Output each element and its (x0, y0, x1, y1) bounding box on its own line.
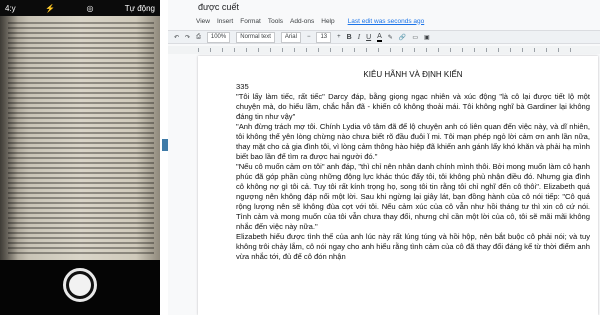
increase-font-icon[interactable]: + (337, 34, 341, 40)
menu-help[interactable]: Help (321, 18, 334, 25)
last-edit-link[interactable]: Last edit was seconds ago (348, 18, 425, 25)
shutter-button[interactable] (63, 268, 97, 302)
style-select[interactable]: Normal text (236, 31, 275, 43)
google-docs-window: được cuết View Insert Format Tools Add-o… (168, 0, 600, 315)
flash-icon[interactable]: ⚡ (45, 4, 55, 13)
document-page[interactable]: KIÊU HÃNH VÀ ĐỊNH KIẾN 335 "Tôi lấy làm … (198, 56, 598, 315)
paragraph: Elizabeth hiểu được tình thế của anh lúc… (236, 232, 590, 261)
camera-viewfinder (0, 16, 160, 260)
menu-insert[interactable]: Insert (217, 18, 233, 25)
italic-button[interactable]: I (358, 33, 360, 41)
menu-view[interactable]: View (196, 18, 210, 25)
font-size-input[interactable]: 13 (316, 31, 332, 43)
ruler[interactable] (168, 46, 600, 54)
document-body[interactable]: KIÊU HÃNH VÀ ĐỊNH KIẾN 335 "Tôi lấy làm … (236, 70, 590, 262)
undo-icon[interactable]: ↶ (174, 34, 179, 41)
camera-bottom-bar (0, 260, 160, 315)
highlight-icon[interactable]: ✎ (388, 34, 393, 41)
paragraph: "Tôi lấy làm tiếc, rất tiếc" Darcy đáp, … (236, 92, 590, 121)
menu-format[interactable]: Format (240, 18, 261, 25)
book-spine-shadow (0, 16, 18, 260)
auto-mode-label[interactable]: Tự động (125, 4, 155, 13)
font-select[interactable]: Arial (280, 31, 301, 43)
zoom-select[interactable]: 100% (206, 31, 231, 43)
bold-button[interactable]: B (347, 34, 352, 41)
menu-bar: View Insert Format Tools Add-ons Help La… (168, 14, 600, 28)
underline-button[interactable]: U (366, 34, 371, 41)
redo-icon[interactable]: ↷ (185, 34, 190, 41)
chapter-title: KIÊU HÃNH VÀ ĐỊNH KIẾN (363, 70, 463, 79)
image-icon[interactable]: ▣ (424, 34, 430, 41)
camera-top-bar: 4:y ⚡ ◎ Tự động (0, 0, 160, 16)
filters-icon[interactable]: ◎ (85, 4, 95, 13)
phone-camera-screen: 4:y ⚡ ◎ Tự động (0, 0, 160, 315)
decrease-font-icon[interactable]: − (307, 34, 311, 40)
book-page-image (8, 22, 154, 254)
text-color-button[interactable]: A (377, 33, 382, 42)
paragraph: "Anh đừng trách mợ tôi. Chính Lydia vô t… (236, 122, 590, 161)
menu-tools[interactable]: Tools (268, 18, 283, 25)
print-icon[interactable]: ⎙ (196, 34, 201, 41)
comment-icon[interactable]: ▭ (412, 34, 418, 41)
page-number: 335 (236, 82, 249, 91)
time-label: 4:y (5, 3, 16, 13)
ruler-ticks (198, 48, 578, 52)
link-icon[interactable]: 🔗 (399, 34, 406, 41)
paragraph: "Nếu cô muốn cảm ơn tôi" anh đáp, "thì c… (236, 162, 590, 231)
formatting-toolbar: ↶ ↷ ⎙ 100% Normal text Arial − 13 + B I … (168, 30, 600, 44)
document-title[interactable]: được cuết (168, 0, 600, 14)
menu-add-ons[interactable]: Add-ons (290, 18, 314, 25)
